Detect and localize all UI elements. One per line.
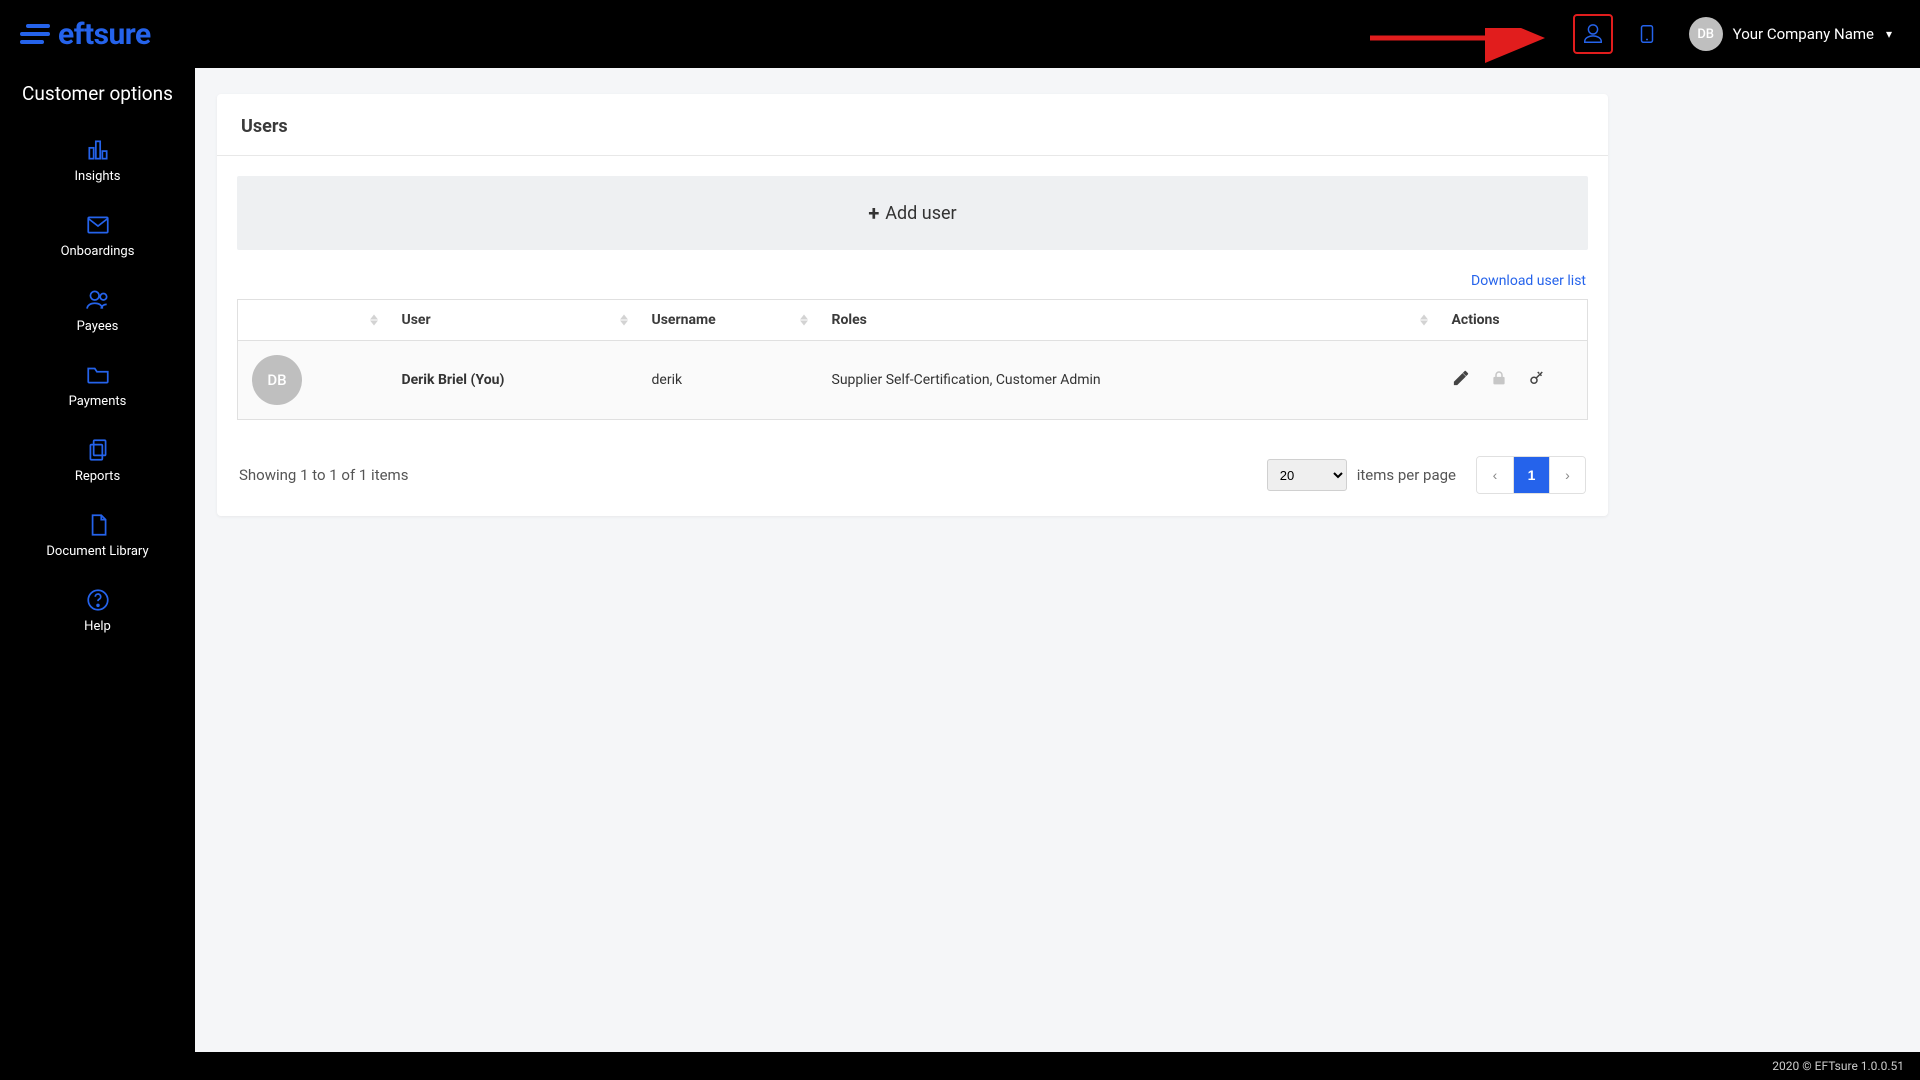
sidebar-item-document-library[interactable]: Document Library [0, 498, 195, 573]
add-user-label: Add user [885, 203, 956, 224]
divider [217, 155, 1608, 156]
folder-icon [85, 362, 111, 388]
users-admin-button[interactable] [1573, 14, 1613, 54]
sidebar-item-label: Reports [75, 469, 120, 484]
lock-button[interactable] [1490, 369, 1508, 391]
table-row: DB Derik Briel (You) derik Supplier Self… [238, 341, 1588, 420]
sidebar-item-onboardings[interactable]: Onboardings [0, 198, 195, 273]
users-table: User Username Roles Actions DB Derik Bri… [237, 299, 1588, 420]
company-menu[interactable]: DB Your Company Name ▾ [1681, 13, 1900, 55]
sidebar-item-label: Payees [77, 319, 119, 334]
col-actions-header: Actions [1438, 300, 1588, 341]
topbar-right: DB Your Company Name ▾ [1573, 13, 1900, 55]
row-roles-cell: Supplier Self-Certification, Customer Ad… [818, 341, 1438, 420]
people-icon [85, 287, 111, 313]
sidebar-item-label: Document Library [46, 544, 148, 559]
sidebar: Customer options Insights Onboardings Pa… [0, 68, 195, 1080]
paging-controls: 20 items per page ‹ 1 › [1267, 456, 1586, 494]
pager-page-1-button[interactable]: 1 [1513, 457, 1549, 493]
sidebar-item-label: Help [84, 619, 111, 634]
logo-mark-icon [20, 19, 50, 49]
row-username-cell: derik [638, 341, 818, 420]
pencil-icon [1452, 369, 1470, 387]
sort-icon [1420, 315, 1428, 326]
lock-icon [1490, 369, 1508, 387]
user-icon [1582, 23, 1604, 45]
row-actions [1452, 369, 1574, 391]
mail-icon [85, 212, 111, 238]
showing-text: Showing 1 to 1 of 1 items [239, 466, 408, 484]
sidebar-item-reports[interactable]: Reports [0, 423, 195, 498]
users-card: Users + Add user Download user list User… [217, 94, 1608, 516]
brand-logo[interactable]: eftsure [20, 17, 151, 52]
content-area: Users + Add user Download user list User… [195, 68, 1920, 1080]
table-footer: Showing 1 to 1 of 1 items 20 items per p… [217, 440, 1608, 516]
header-label: Roles [832, 312, 867, 328]
key-button[interactable] [1528, 369, 1546, 391]
page-size-select[interactable]: 20 [1267, 459, 1347, 491]
download-user-list-link[interactable]: Download user list [1471, 273, 1586, 289]
sidebar-item-label: Onboardings [61, 244, 135, 259]
chevron-down-icon: ▾ [1886, 27, 1892, 41]
chart-icon [85, 137, 111, 163]
device-button[interactable] [1627, 14, 1667, 54]
pager: ‹ 1 › [1476, 456, 1586, 494]
items-per-page-label: items per page [1357, 466, 1456, 484]
avatar: DB [1689, 17, 1723, 51]
plus-icon: + [868, 201, 879, 225]
col-avatar-header[interactable] [238, 300, 388, 341]
sort-icon [800, 315, 808, 326]
sidebar-title: Customer options [22, 82, 173, 105]
help-icon [85, 587, 111, 613]
header-label: User [402, 312, 431, 328]
sidebar-item-payees[interactable]: Payees [0, 273, 195, 348]
document-copy-icon [85, 437, 111, 463]
col-user-header[interactable]: User [388, 300, 638, 341]
header-label: Username [652, 312, 716, 328]
pager-next-button[interactable]: › [1549, 457, 1585, 493]
document-icon [85, 512, 111, 538]
topbar: eftsure DB Your Company Name ▾ [0, 0, 1920, 68]
row-avatar: DB [252, 355, 302, 405]
sidebar-item-help[interactable]: Help [0, 573, 195, 648]
sidebar-item-label: Payments [69, 394, 127, 409]
pager-prev-button[interactable]: ‹ [1477, 457, 1513, 493]
row-user-cell: Derik Briel (You) [388, 341, 638, 420]
footer-text: 2020 © EFTsure 1.0.0.51 [1772, 1059, 1904, 1073]
sidebar-item-label: Insights [74, 169, 120, 184]
app-footer: 2020 © EFTsure 1.0.0.51 [195, 1052, 1920, 1080]
brand-name: eftsure [58, 17, 151, 52]
col-roles-header[interactable]: Roles [818, 300, 1438, 341]
header-label: Actions [1452, 312, 1500, 328]
company-name-label: Your Company Name [1733, 25, 1874, 43]
sidebar-item-insights[interactable]: Insights [0, 123, 195, 198]
key-icon [1528, 369, 1546, 387]
download-link-wrap: Download user list [217, 270, 1608, 299]
users-table-wrap: User Username Roles Actions DB Derik Bri… [217, 299, 1608, 440]
edit-button[interactable] [1452, 369, 1470, 391]
add-user-button[interactable]: + Add user [237, 176, 1588, 250]
tablet-icon [1636, 23, 1658, 45]
col-username-header[interactable]: Username [638, 300, 818, 341]
sort-icon [620, 315, 628, 326]
sidebar-item-payments[interactable]: Payments [0, 348, 195, 423]
page-title: Users [217, 94, 1608, 155]
sort-icon [370, 315, 378, 326]
